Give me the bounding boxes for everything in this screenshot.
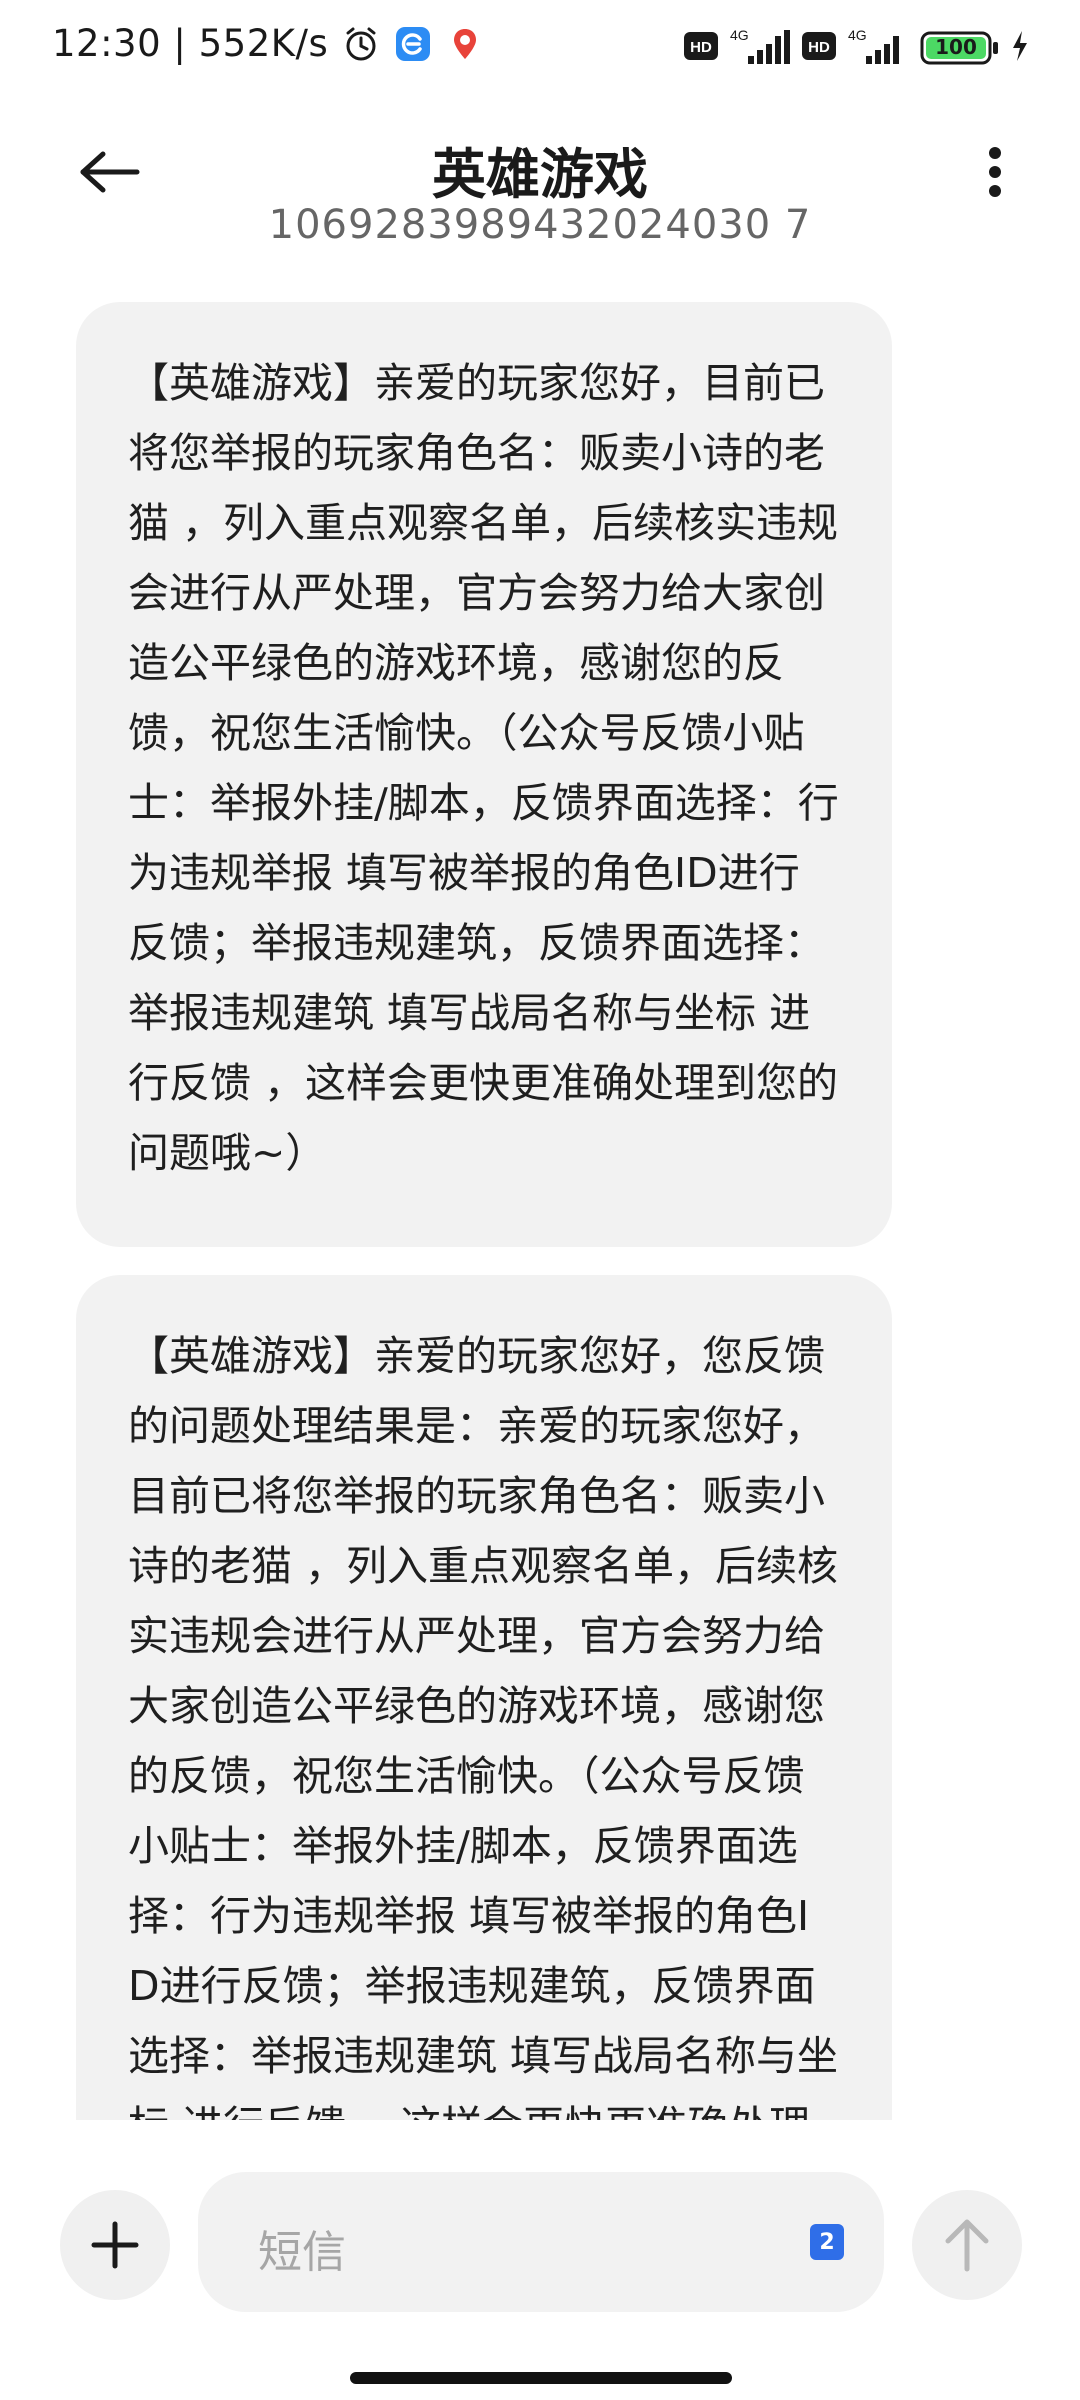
compose-bar: 短信 2: [0, 2150, 1080, 2330]
message-bubble[interactable]: 【英雄游戏】亲爱的玩家您好，您反馈的问题处理结果是：亲爱的玩家您好，目前已将您举…: [76, 1275, 892, 2120]
status-time-speed: 12:30 | 552K/s: [52, 22, 329, 65]
sim-card-icon[interactable]: 2: [810, 2224, 844, 2260]
sender-number: 1069283989432024030 7: [268, 202, 812, 248]
add-attachment-button[interactable]: [60, 2190, 170, 2300]
signal-4g-icon-2: 4G: [846, 26, 910, 70]
app-notification-icon: [394, 25, 432, 63]
message-bubble[interactable]: 【英雄游戏】亲爱的玩家您好，目前已将您举报的玩家角色名：贩卖小诗的老猫 ，列入重…: [76, 302, 892, 1247]
battery-level: 100: [935, 35, 977, 59]
more-options-button[interactable]: [960, 132, 1030, 212]
hd-icon-2: HD: [802, 32, 836, 64]
message-input[interactable]: 短信 2: [198, 2172, 884, 2312]
status-right: HD 4G HD 4G 100: [684, 26, 1030, 70]
svg-text:HD: HD: [808, 39, 830, 56]
svg-text:HD: HD: [690, 39, 712, 56]
status-left: 12:30 | 552K/s: [52, 22, 484, 65]
alarm-icon: [342, 25, 380, 63]
status-bar: 12:30 | 552K/s HD 4G HD 4G 100: [0, 0, 1080, 100]
svg-text:4G: 4G: [848, 27, 867, 43]
more-vertical-icon: [989, 147, 1001, 197]
location-pin-icon: [446, 25, 484, 63]
message-text: 【英雄游戏】亲爱的玩家您好，目前已将您举报的玩家角色名：贩卖小诗的老猫 ，列入重…: [128, 359, 839, 1177]
plus-icon: [91, 2221, 139, 2269]
send-button[interactable]: [912, 2190, 1022, 2300]
message-text: 【英雄游戏】亲爱的玩家您好，您反馈的问题处理结果是：亲爱的玩家您好，目前已将您举…: [128, 1332, 839, 2120]
charging-icon: [1010, 29, 1030, 67]
message-list[interactable]: 【英雄游戏】亲爱的玩家您好，目前已将您举报的玩家角色名：贩卖小诗的老猫 ，列入重…: [0, 290, 1080, 2120]
sms-conversation-screen: 12:30 | 552K/s HD 4G HD 4G 100 英雄游戏 1069…: [0, 0, 1080, 2400]
hd-icon: HD: [684, 32, 718, 64]
conversation-header: 英雄游戏 1069283989432024030 7: [0, 110, 1080, 270]
battery-icon: 100: [920, 31, 1000, 65]
conversation-title: 英雄游戏: [432, 143, 648, 206]
svg-text:4G: 4G: [730, 27, 749, 43]
signal-4g-icon: 4G: [728, 26, 792, 70]
arrow-up-icon: [945, 2219, 989, 2272]
home-indicator[interactable]: [350, 2372, 732, 2384]
message-input-placeholder: 短信: [258, 2227, 346, 2278]
sim-slot-number: 2: [819, 2229, 835, 2255]
